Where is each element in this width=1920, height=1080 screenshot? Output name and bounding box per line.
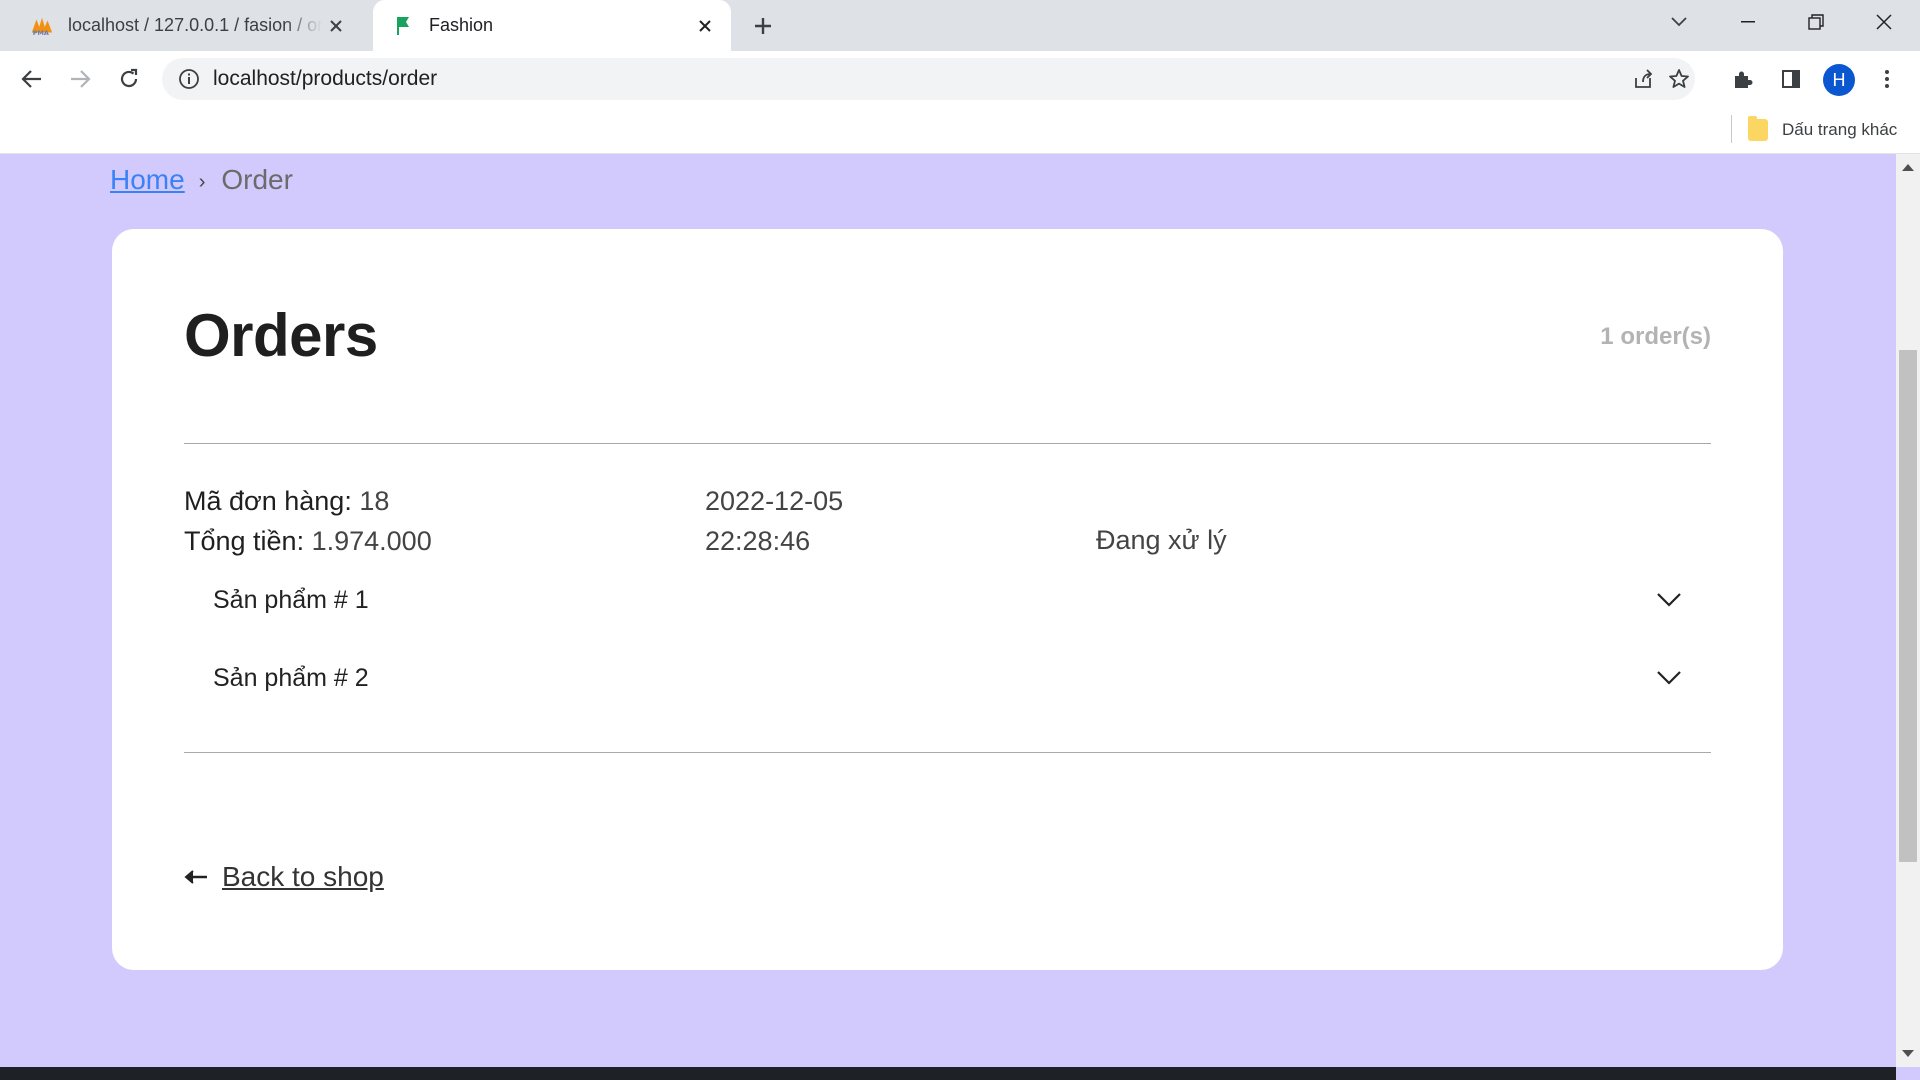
bookmarks-separator [1731, 115, 1732, 143]
breadcrumb-home-link[interactable]: Home [110, 164, 185, 196]
order-total-label: Tổng tiền: [184, 526, 305, 556]
side-panel-button[interactable] [1774, 62, 1808, 96]
puzzle-icon [1735, 71, 1753, 88]
order-total-value: 1.974.000 [311, 526, 432, 556]
order-id-label: Mã đơn hàng: [184, 486, 352, 516]
minimize-button[interactable] [1714, 0, 1782, 44]
green-flag-icon [391, 14, 415, 38]
minimize-icon [1741, 21, 1755, 23]
menu-button[interactable] [1870, 62, 1904, 96]
kebab-menu-icon [1885, 70, 1889, 88]
breadcrumb-separator: › [198, 170, 206, 193]
product-label: Sản phẩm # 2 [213, 663, 369, 692]
divider-top [184, 443, 1711, 444]
address-bar[interactable]: localhost/products/order [162, 58, 1695, 100]
forward-button[interactable] [63, 62, 97, 96]
order-status: Đang xử lý [1096, 525, 1227, 555]
reload-icon [120, 68, 138, 88]
reload-button[interactable] [112, 62, 146, 96]
close-tab-icon[interactable] [322, 12, 350, 40]
url-text[interactable]: localhost/products/order [213, 58, 437, 100]
phpmyadmin-icon: PMA [30, 14, 54, 38]
svg-text:PMA: PMA [33, 29, 49, 37]
back-to-shop-link[interactable]: Back to shop [184, 861, 384, 893]
divider-bottom [184, 752, 1711, 753]
breadcrumb: Home › Order [110, 164, 293, 196]
restore-button[interactable] [1782, 0, 1850, 44]
plus-icon [755, 18, 771, 34]
chevron-down-icon[interactable] [1655, 586, 1683, 614]
order-total: Tổng tiền: 1.974.000 [184, 526, 432, 557]
order-time: 22:28:46 [705, 526, 811, 556]
order-id: Mã đơn hàng: 18 [184, 486, 389, 517]
bookmarks-bar: Dấu trang khác [0, 106, 1920, 154]
restore-icon [1808, 14, 1824, 30]
close-icon [1876, 14, 1892, 30]
new-tab-button[interactable] [748, 11, 778, 41]
tab-strip: PMA localhost / 127.0.0.1 / fasion / ord… [0, 0, 1920, 51]
browser-toolbar: localhost/products/order H [0, 51, 1920, 106]
scroll-thumb[interactable] [1899, 350, 1917, 862]
page-content: Home › Order Orders 1 order(s) Mã đơn hà… [0, 154, 1896, 1067]
share-icon [1635, 69, 1653, 88]
side-panel-icon [1782, 70, 1800, 88]
share-button[interactable] [1626, 62, 1660, 96]
back-to-shop-label: Back to shop [222, 861, 384, 892]
info-icon [179, 69, 199, 89]
tab-title: Fashion [429, 15, 494, 35]
back-button[interactable] [15, 62, 49, 96]
tab-search-button[interactable] [1645, 0, 1713, 44]
page-title: Orders [184, 302, 378, 369]
star-icon [1669, 69, 1689, 88]
page-footer [0, 1067, 1896, 1080]
extensions-button[interactable] [1726, 62, 1760, 96]
tab-phpmyadmin[interactable]: PMA localhost / 127.0.0.1 / fasion / ord… [10, 0, 362, 51]
product-accordion-1[interactable]: Sản phẩm # 1 [213, 580, 1683, 620]
other-bookmarks[interactable]: Dấu trang khác [1748, 106, 1897, 154]
close-tab-icon[interactable] [691, 12, 719, 40]
folder-icon [1748, 116, 1768, 141]
arrow-left-icon [184, 867, 210, 887]
arrow-left-icon [21, 70, 41, 88]
order-count: 1 order(s) [1600, 323, 1711, 350]
tab-title: localhost / 127.0.0.1 / fasion / orders [68, 15, 322, 35]
breadcrumb-current: Order [221, 164, 293, 195]
product-accordion-2[interactable]: Sản phẩm # 2 [213, 658, 1683, 698]
page-scrollbar[interactable] [1896, 154, 1920, 1067]
profile-avatar[interactable]: H [1823, 64, 1855, 96]
close-window-button[interactable] [1850, 0, 1918, 44]
scroll-up-icon[interactable] [1902, 164, 1914, 171]
bookmark-star-button[interactable] [1662, 62, 1696, 96]
chevron-down-icon[interactable] [1655, 664, 1683, 692]
tab-fashion[interactable]: Fashion [373, 0, 731, 51]
arrow-right-icon [71, 70, 91, 88]
product-label: Sản phẩm # 1 [213, 585, 369, 614]
scroll-down-icon[interactable] [1902, 1050, 1914, 1057]
orders-card: Orders 1 order(s) Mã đơn hàng: 18 Tổng t… [112, 229, 1783, 970]
other-bookmarks-label: Dấu trang khác [1782, 120, 1898, 139]
chevron-down-icon [1671, 17, 1687, 27]
order-id-value: 18 [359, 486, 390, 516]
order-date: 2022-12-05 [705, 486, 844, 516]
